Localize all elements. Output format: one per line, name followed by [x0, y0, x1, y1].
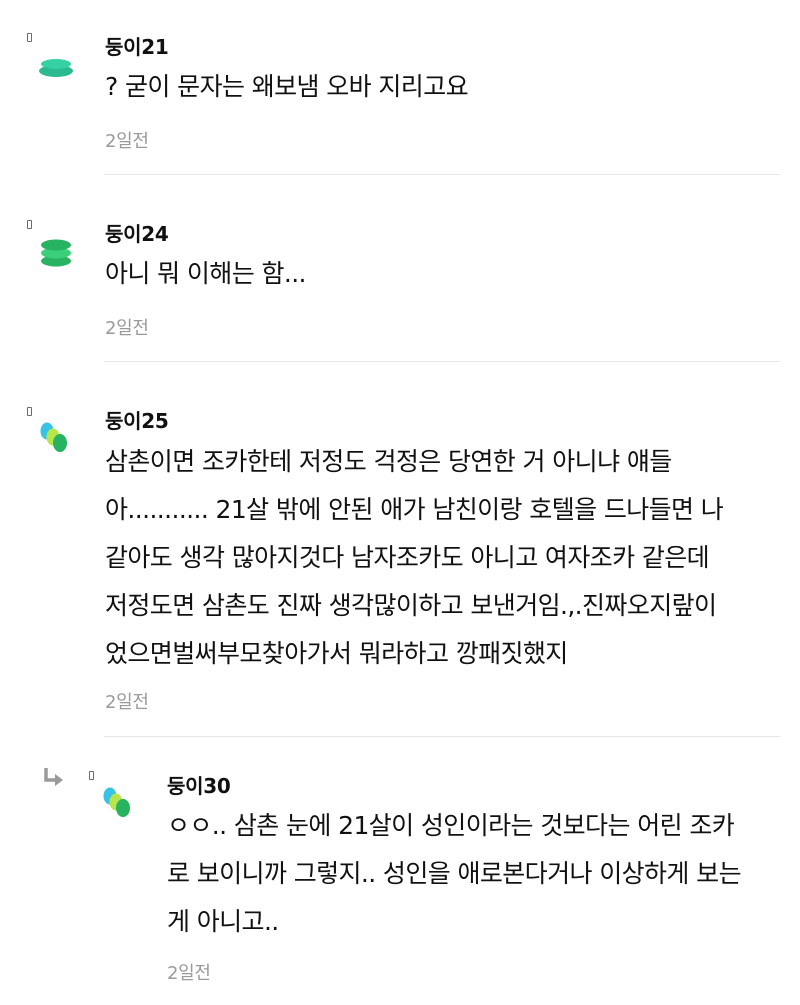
comment-author[interactable]: 둥이21	[105, 31, 169, 60]
comment-text-line: ? 굳이 문자는 왜보냄 오바 지리고요	[105, 72, 469, 101]
reply-arrow-icon	[44, 768, 63, 786]
comment-marker-icon	[89, 771, 94, 780]
flat-stack-avatar-icon[interactable]	[37, 50, 77, 90]
comment-time: 2일전	[105, 131, 149, 152]
comment-marker-icon	[27, 33, 32, 42]
comment-marker-icon	[27, 407, 32, 416]
comment-text: 삼촌이면 조카한테 저정도 걱정은 당연한 거 아니냐 얘들 아........…	[105, 438, 724, 678]
comment-author[interactable]: 둥이25	[105, 405, 169, 434]
reply-text-line: 로 보이니까 그렇지.. 성인을 애로본다거나 이상하게 보는	[167, 859, 742, 888]
comment-marker-icon	[27, 220, 32, 229]
comment-item: 둥이25 삼촌이면 조카한테 저정도 걱정은 당연한 거 아니냐 얘들 아...…	[0, 362, 800, 737]
comment-text-line: 었으면벌써부모찾아가서 뭐라하고 깡패짓했지	[105, 639, 568, 668]
comment-text-line: 삼촌이면 조카한테 저정도 걱정은 당연한 거 아니냐 얘들	[105, 447, 672, 476]
comment-text-line: 아니 뭐 이해는 함...	[105, 259, 306, 288]
comment-time: 2일전	[105, 692, 149, 713]
comment-time: 2일전	[105, 318, 149, 339]
comment-item: 둥이21 ? 굳이 문자는 왜보냄 오바 지리고요 2일전	[0, 0, 800, 175]
comment-text-line: 아........... 21살 밖에 안된 애가 남친이랑 호텔을 드나들면 …	[105, 495, 724, 524]
comment-text: 아니 뭐 이해는 함...	[105, 250, 306, 298]
comment-item: 둥이24 아니 뭐 이해는 함... 2일전	[0, 175, 800, 362]
comment-text-line: 저정도면 삼촌도 진짜 생각많이하고 보낸거임.,.진짜오지랖이	[105, 591, 717, 620]
comment-text-line: 같아도 생각 많아지것다 남자조카도 아니고 여자조카 같은데	[105, 543, 710, 572]
stacked-discs-avatar-icon[interactable]	[37, 235, 77, 275]
reply-text-line: ㅇㅇ.. 삼촌 눈에 21살이 성인이라는 것보다는 어린 조카	[167, 811, 735, 840]
reply-author[interactable]: 둥이30	[167, 770, 231, 799]
reply-text: ㅇㅇ.. 삼촌 눈에 21살이 성인이라는 것보다는 어린 조카 로 보이니까 …	[167, 802, 742, 946]
comment-text: ? 굳이 문자는 왜보냄 오바 지리고요	[105, 63, 469, 111]
overlapping-dots-avatar-icon[interactable]	[37, 419, 77, 459]
overlapping-dots-avatar-icon[interactable]	[100, 784, 140, 824]
comment-author[interactable]: 둥이24	[105, 218, 169, 247]
reply-time: 2일전	[167, 963, 211, 984]
reply-text-line: 게 아니고..	[167, 907, 279, 936]
reply-item: 둥이30 ㅇㅇ.. 삼촌 눈에 21살이 성인이라는 것보다는 어린 조카 로 …	[0, 737, 800, 1005]
